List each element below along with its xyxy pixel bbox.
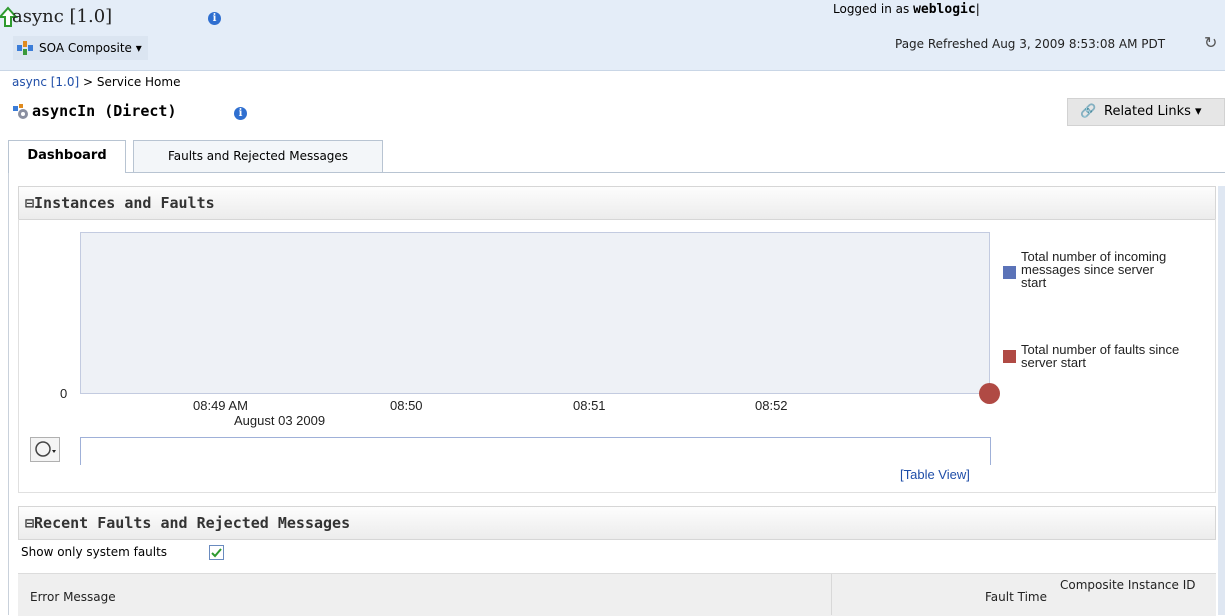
faults-data-point [979,383,1000,404]
x-tick-label: 08:49 AM [193,398,248,413]
column-header-error-message[interactable]: Error Message [30,590,116,604]
show-only-system-faults-label: Show only system faults [21,545,168,559]
legend-label-faults: Total number of faults since server star… [1021,342,1180,370]
x-sub-label: August 03 2009 [234,413,326,428]
soa-composite-label: SOA Composite ▾ [39,41,142,55]
magnifier-icon [35,441,56,457]
show-only-system-faults-checkbox[interactable] [209,545,224,560]
zoom-menu-button[interactable] [30,437,60,462]
instances-panel-header[interactable]: ⊟Instances and Faults [18,186,1216,220]
breadcrumb-link-async[interactable]: async [1.0] [12,75,79,89]
instances-panel-title: Instances and Faults [34,194,215,212]
column-header-composite-instance-id[interactable]: Composite Instance ID [1060,578,1210,592]
logged-in-prefix: Logged in as [833,2,910,16]
soa-composite-menu-button[interactable]: SOA Composite ▾ [13,36,148,60]
x-tick-label: 08:50 [390,398,423,413]
related-links-label: Related Links ▾ [1104,104,1202,119]
page-title: asyncIn (Direct) [32,102,177,120]
service-gear-icon [13,104,28,119]
legend-label-incoming: Total number of incoming messages since … [1021,249,1167,290]
column-divider [831,574,832,615]
chart-plot-area [80,232,990,394]
composite-icon [17,41,33,55]
info-icon[interactable]: i [208,12,221,25]
x-tick-label: 08:52 [755,398,788,413]
chart-overview-strip[interactable] [80,437,991,465]
app-title: async [1.0] [12,6,113,27]
checkmark-icon [211,548,222,558]
header-bar [0,0,1225,71]
breadcrumb: async [1.0] > Service Home [12,75,180,89]
legend-swatch-faults [1003,350,1016,363]
collapse-icon[interactable]: ⊟ [25,514,34,532]
vertical-scrollbar[interactable] [1218,186,1225,615]
breadcrumb-separator: > [79,75,97,89]
logged-in-user: weblogic [913,2,976,17]
collapse-icon[interactable]: ⊟ [25,194,34,212]
tab-dashboard[interactable]: Dashboard [8,140,126,173]
tab-faults-and-rejected-messages[interactable]: Faults and Rejected Messages [133,140,383,173]
x-tick-label: 08:51 [573,398,606,413]
legend-swatch-incoming [1003,266,1016,279]
link-icon: 🔗 [1080,104,1097,119]
recent-faults-panel-header[interactable]: ⊟Recent Faults and Rejected Messages [18,506,1216,540]
page-refreshed-text: Page Refreshed Aug 3, 2009 8:53:08 AM PD… [895,37,1166,51]
y-tick-label: 0 [60,386,68,401]
logged-in-status: Logged in as weblogic| [833,2,980,17]
breadcrumb-current: Service Home [96,75,181,89]
info-icon[interactable]: i [234,107,247,120]
table-view-link[interactable]: [Table View] [900,467,970,482]
related-links-button[interactable]: 🔗 Related Links ▾ [1067,98,1225,126]
column-header-fault-time[interactable]: Fault Time [985,590,1047,604]
recent-faults-panel-title: Recent Faults and Rejected Messages [34,514,351,532]
refresh-icon[interactable]: ↻ [1204,33,1217,52]
